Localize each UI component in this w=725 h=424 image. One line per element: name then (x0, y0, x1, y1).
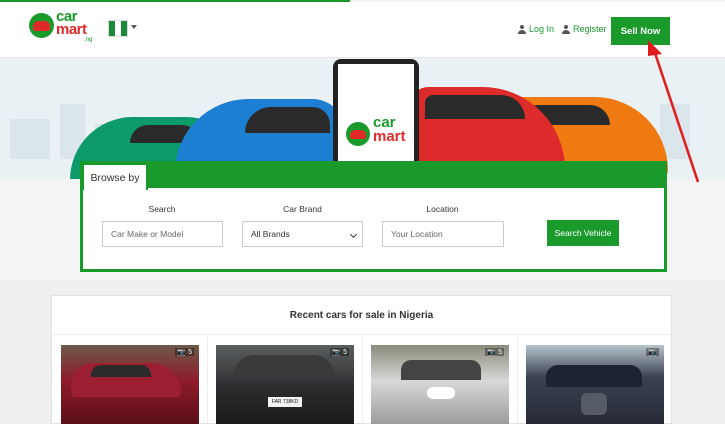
nigeria-flag-icon[interactable] (108, 20, 128, 37)
car-listing-thumbnail[interactable]: 📷 5 (371, 345, 509, 424)
logo-suffix: .ng (84, 37, 93, 43)
recent-cars-title: Recent cars for sale in Nigeria (289, 310, 434, 321)
logo-line2: mart (56, 21, 87, 38)
car-listing-thumbnail[interactable]: 📷 5 (61, 345, 199, 424)
recent-cars-section: Recent cars for sale in Nigeria 📷 5 FAR … (51, 295, 672, 424)
site-header: car mart .ng Log In Register Sell Now (0, 2, 725, 58)
browse-by-tab[interactable]: Browse by (82, 163, 148, 190)
phone-logo-wordmark: car mart (373, 114, 406, 145)
add-user-icon (562, 24, 570, 34)
carmart-logo[interactable]: car mart .ng (29, 9, 93, 45)
car-listing-thumbnail[interactable]: FAR 738KD 📷 5 (216, 345, 354, 424)
country-dropdown-caret-icon[interactable] (131, 25, 137, 29)
login-label: Log In (529, 24, 555, 34)
logo-car-icon (33, 21, 50, 31)
camera-icon: 📷 5 (175, 348, 194, 356)
location-label: Location (426, 204, 459, 214)
chevron-down-icon (349, 230, 358, 239)
register-label: Register (573, 24, 607, 34)
location-placeholder: Your Location (391, 229, 443, 239)
car-brand-select[interactable]: All Brands (242, 221, 363, 247)
user-icon (518, 24, 526, 34)
license-plate: FAR 738KD (268, 397, 302, 407)
car-listing-thumbnail[interactable]: 📷 (526, 345, 664, 424)
camera-icon: 📷 5 (330, 348, 349, 356)
camera-icon: 📷 (646, 348, 659, 356)
search-vehicle-button[interactable]: Search Vehicle (547, 220, 619, 246)
browse-panel-header (80, 161, 667, 190)
search-placeholder: Car Make or Model (111, 229, 184, 239)
car-brand-selected: All Brands (251, 229, 290, 239)
phone-illustration: car mart (333, 59, 419, 177)
camera-icon: 📷 5 (485, 348, 504, 356)
login-link[interactable]: Log In (518, 24, 554, 34)
search-input[interactable]: Car Make or Model (102, 221, 223, 247)
register-link[interactable]: Register (562, 24, 607, 34)
car-brand-label: Car Brand (283, 204, 322, 214)
logo-wordmark: car mart (56, 9, 87, 38)
annotation-arrow (648, 40, 700, 183)
phone-logo-car-icon (350, 130, 366, 139)
section-divider (52, 334, 671, 335)
search-label: Search (148, 204, 176, 214)
location-input[interactable]: Your Location (382, 221, 504, 247)
